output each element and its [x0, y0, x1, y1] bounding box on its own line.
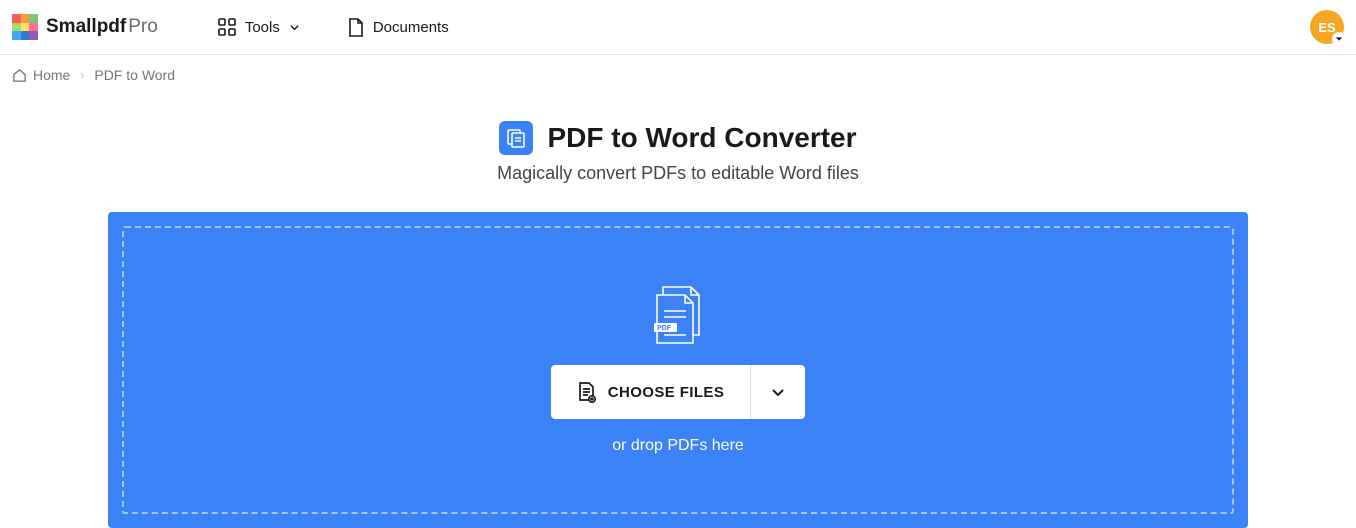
document-icon [348, 18, 364, 37]
page-subtitle: Magically convert PDFs to editable Word … [0, 163, 1356, 184]
dropzone-alt-text: or drop PDFs here [612, 437, 744, 455]
brand-name: SmallpdfPro [46, 16, 158, 38]
breadcrumb-current: PDF to Word [94, 67, 175, 83]
nav-tools[interactable]: Tools [218, 18, 300, 36]
choose-files-button[interactable]: CHOOSE FILES [551, 365, 751, 419]
file-add-icon [577, 382, 596, 403]
breadcrumb-separator: › [80, 68, 84, 82]
page-header: PDF to Word Converter Magically convert … [0, 121, 1356, 184]
svg-text:PDF: PDF [657, 325, 672, 332]
breadcrumb: Home › PDF to Word [0, 55, 1356, 83]
avatar-dropdown-indicator [1332, 32, 1346, 46]
nav-documents[interactable]: Documents [348, 18, 449, 37]
home-icon [12, 68, 27, 83]
page-title: PDF to Word Converter [547, 122, 856, 154]
nav-tools-label: Tools [245, 19, 280, 36]
avatar-initials: ES [1318, 20, 1335, 35]
choose-files-dropdown[interactable] [751, 365, 805, 419]
avatar[interactable]: ES [1310, 10, 1344, 44]
chevron-down-icon [770, 384, 786, 400]
app-header: SmallpdfPro Tools Documents ES [0, 0, 1356, 55]
chevron-down-icon [289, 22, 300, 33]
grid-icon [218, 18, 236, 36]
choose-files-label: CHOOSE FILES [608, 384, 724, 401]
document-stack-icon: PDF [651, 285, 705, 347]
choose-files-group: CHOOSE FILES [551, 365, 805, 419]
pdf-to-word-icon [499, 121, 533, 155]
breadcrumb-home[interactable]: Home [12, 67, 70, 83]
dropzone-container: PDF CHOOSE FILES [108, 212, 1248, 528]
nav-documents-label: Documents [373, 19, 449, 36]
logo-icon [12, 14, 38, 40]
dropzone[interactable]: PDF CHOOSE FILES [122, 226, 1234, 514]
brand-logo[interactable]: SmallpdfPro [12, 14, 158, 40]
